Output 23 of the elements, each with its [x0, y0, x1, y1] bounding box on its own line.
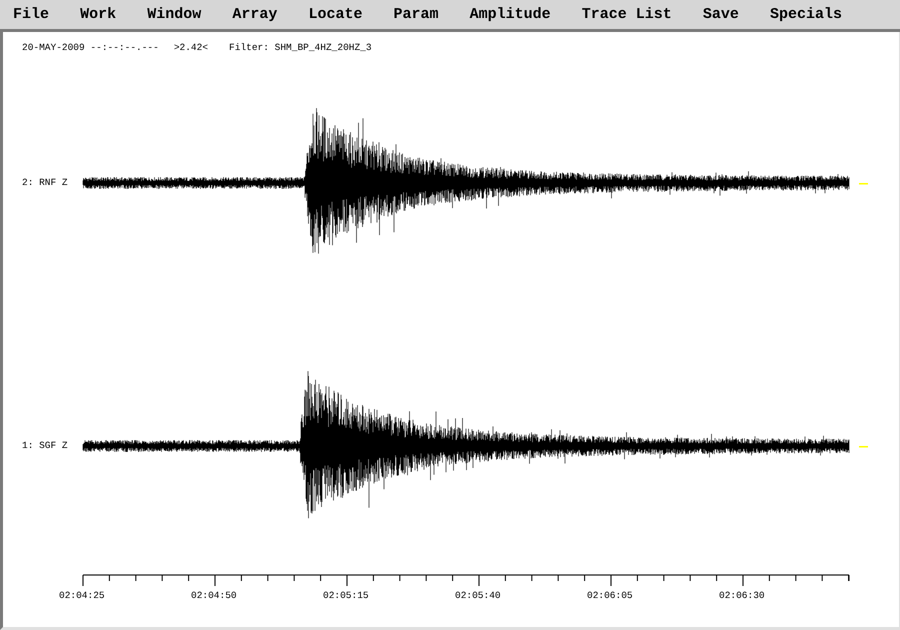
amplitude-reading: >2.42<	[174, 41, 208, 55]
time-label: 02:04:50	[191, 591, 237, 600]
menu-item[interactable]: Param	[394, 7, 439, 22]
menu-item[interactable]: Specials	[770, 7, 842, 22]
time-label: 02:04:25	[59, 591, 105, 600]
time-label: 02:06:05	[587, 591, 633, 600]
marker-icon	[859, 446, 868, 448]
menu-item[interactable]: Trace List	[582, 7, 672, 22]
date-time-text: 20-MAY-2009 --:--:--.---	[22, 41, 159, 55]
menu-item[interactable]: Window	[147, 7, 202, 22]
menu-item[interactable]: Array	[232, 7, 278, 22]
menu-item[interactable]: Locate	[308, 7, 362, 22]
menu-item[interactable]: Save	[702, 7, 739, 22]
time-label: 02:05:15	[323, 591, 369, 600]
menu-item[interactable]: Amplitude	[470, 7, 551, 22]
trace-label: 2: RNF Z	[22, 178, 68, 188]
time-label: 02:06:30	[719, 591, 765, 600]
menu-item[interactable]: File	[13, 7, 50, 22]
filter-text: Filter: SHM_BP_4HZ_20HZ_3	[229, 41, 372, 55]
time-label: 02:05:40	[455, 591, 501, 600]
trace-label: 1: SGF Z	[22, 441, 68, 450]
marker-icon	[859, 183, 868, 184]
menu-item[interactable]: Work	[80, 7, 116, 22]
